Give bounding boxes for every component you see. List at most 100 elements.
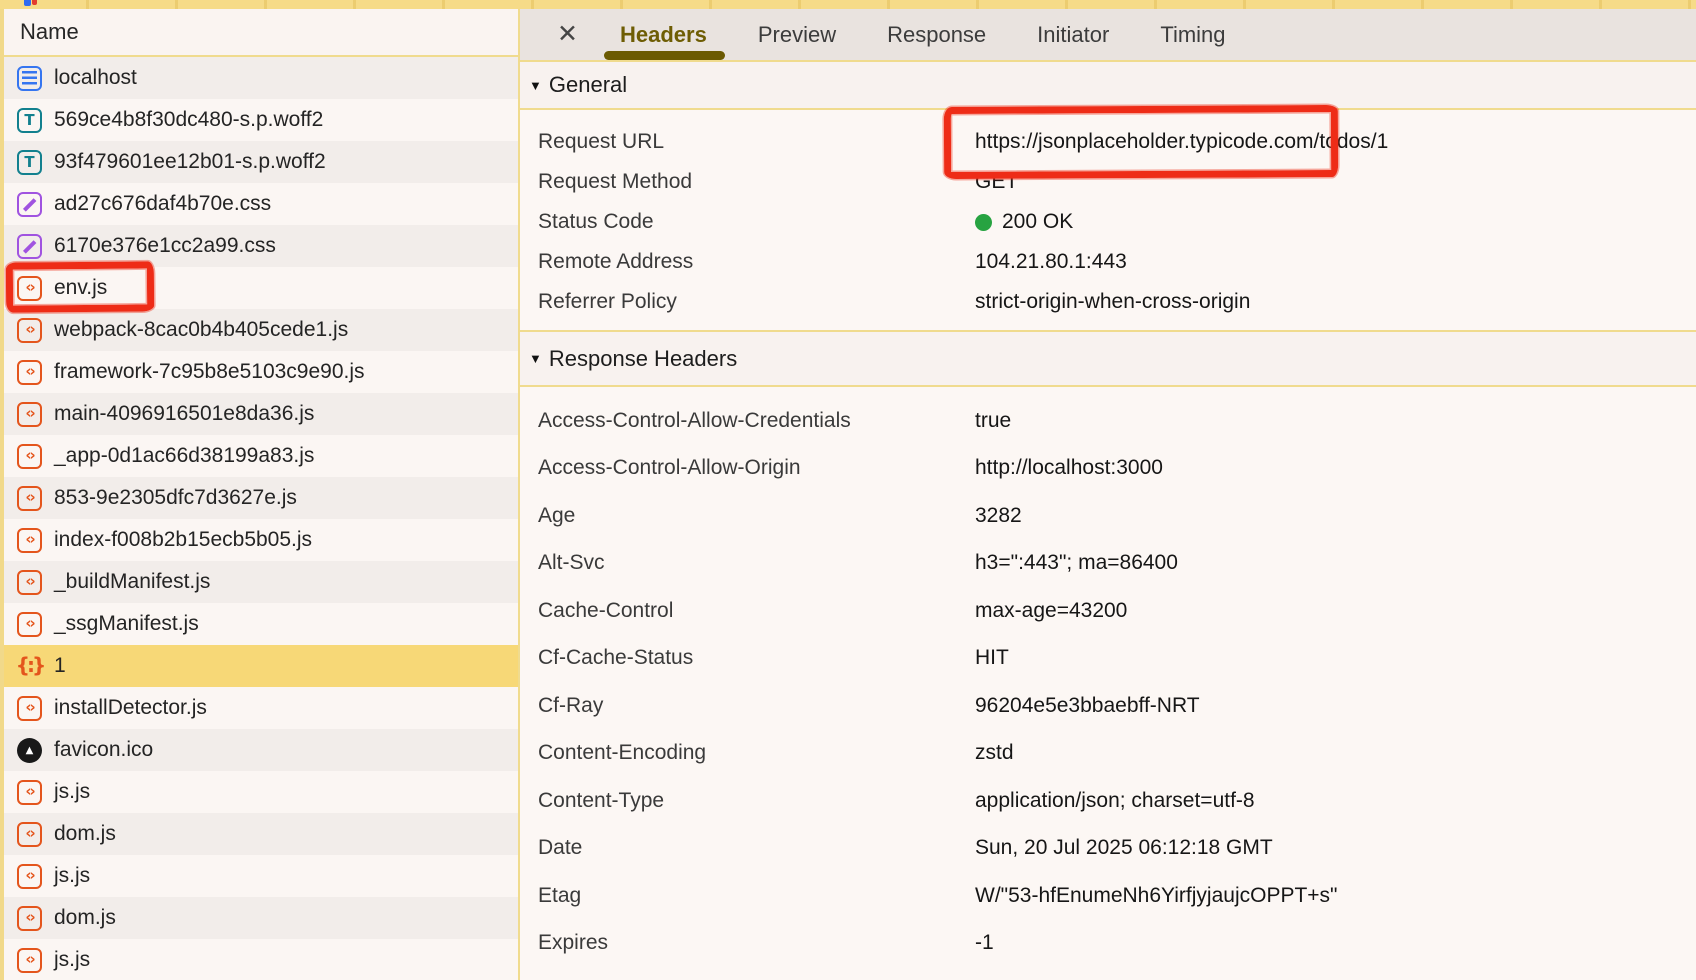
section-response-headers[interactable]: ▼ Response Headers (520, 330, 1696, 387)
script-icon: ‹› (17, 528, 42, 553)
document-icon (17, 66, 42, 91)
header-name: Date (538, 836, 975, 860)
stylesheet-icon (17, 192, 42, 217)
network-request-row[interactable]: ‹› env.js (4, 267, 518, 309)
network-request-row[interactable]: ‹› js.js (4, 939, 518, 980)
tab-headers[interactable]: Headers (620, 9, 707, 60)
json-icon: {:} (17, 654, 42, 679)
header-name: Age (538, 504, 975, 528)
header-value: zstd (975, 741, 1014, 765)
network-request-row[interactable]: ‹›js.js (4, 771, 518, 813)
header-row: Content-Encodingzstd (520, 730, 1696, 778)
header-value: true (975, 409, 1011, 433)
network-request-row[interactable]: ‹› installDetector.js (4, 687, 518, 729)
request-name: env.js (54, 276, 107, 300)
network-request-list: Name localhostT569ce4b8f30dc480-s.p.woff… (0, 9, 520, 980)
script-icon: ‹› (17, 948, 42, 973)
network-request-row[interactable]: ‹›framework-7c95b8e5103c9e90.js (4, 351, 518, 393)
script-icon: ‹› (17, 612, 42, 637)
request-name: installDetector.js (54, 696, 207, 720)
request-name: favicon.ico (54, 738, 153, 762)
favicon-icon: ▲ (17, 738, 42, 763)
disclosure-triangle-icon: ▼ (529, 351, 542, 366)
network-request-row[interactable]: ‹›dom.js (4, 813, 518, 855)
toolbar-edge-strip (0, 0, 1696, 9)
tab-initiator[interactable]: Initiator (1037, 9, 1109, 60)
network-request-row[interactable]: ▲ favicon.ico (4, 729, 518, 771)
header-row: Referrer Policystrict-origin-when-cross-… (520, 282, 1696, 322)
header-value: application/json; charset=utf-8 (975, 789, 1255, 813)
script-icon: ‹› (17, 570, 42, 595)
script-icon: ‹› (17, 318, 42, 343)
header-name: Cf-Ray (538, 694, 975, 718)
network-request-row[interactable]: ‹›853-9e2305dfc7d3627e.js (4, 477, 518, 519)
section-general-title: General (549, 72, 627, 98)
script-icon: ‹› (17, 444, 42, 469)
disclosure-triangle-icon: ▼ (529, 78, 542, 93)
network-request-row[interactable]: ‹›webpack-8cac0b4b405cede1.js (4, 309, 518, 351)
tab-response[interactable]: Response (887, 9, 986, 60)
script-icon: ‹› (17, 276, 42, 301)
request-name: 6170e376e1cc2a99.css (54, 234, 276, 258)
request-name: js.js (54, 948, 90, 972)
name-column-header[interactable]: Name (4, 9, 518, 57)
toolbar-cutoff-red-icon (32, 0, 37, 5)
toolbar-cutoff-blue-icon (24, 0, 31, 6)
network-request-row[interactable]: ‹›_ssgManifest.js (4, 603, 518, 645)
network-request-row[interactable]: 6170e376e1cc2a99.css (4, 225, 518, 267)
header-row: Age3282 (520, 492, 1696, 540)
general-section-body: Request URLhttps://jsonplaceholder.typic… (520, 110, 1696, 330)
section-general[interactable]: ▼ General (520, 62, 1696, 110)
network-request-row[interactable]: localhost (4, 57, 518, 99)
header-name: Cache-Control (538, 599, 975, 623)
header-row: Status Code200 OK (520, 202, 1696, 242)
network-request-row[interactable]: ‹›_app-0d1ac66d38199a83.js (4, 435, 518, 477)
network-request-row[interactable]: ‹›js.js (4, 855, 518, 897)
header-value: max-age=43200 (975, 599, 1127, 623)
request-name: js.js (54, 780, 90, 804)
tab-preview[interactable]: Preview (758, 9, 836, 60)
network-request-row[interactable]: T569ce4b8f30dc480-s.p.woff2 (4, 99, 518, 141)
network-request-row[interactable]: ‹›_buildManifest.js (4, 561, 518, 603)
request-name: dom.js (54, 906, 116, 930)
header-row: Cf-Cache-StatusHIT (520, 635, 1696, 683)
header-name: Request Method (538, 170, 975, 194)
header-row: EtagW/"53-hfEnumeNh6YirfjyjaujcOPPT+s" (520, 872, 1696, 920)
header-row: Access-Control-Allow-Originhttp://localh… (520, 445, 1696, 493)
network-request-row[interactable]: ad27c676daf4b70e.css (4, 183, 518, 225)
header-value: 96204e5e3bbaebff-NRT (975, 694, 1200, 718)
header-value: -1 (975, 931, 994, 955)
header-value: W/"53-hfEnumeNh6YirfjyjaujcOPPT+s" (975, 884, 1338, 908)
header-row: Alt-Svch3=":443"; ma=86400 (520, 540, 1696, 588)
header-row: Remote Address104.21.80.1:443 (520, 242, 1696, 282)
request-name: 853-9e2305dfc7d3627e.js (54, 486, 297, 510)
status-ok-dot-icon (975, 214, 992, 231)
header-name: Expires (538, 931, 975, 955)
network-request-row[interactable]: ‹›index-f008b2b15ecb5b05.js (4, 519, 518, 561)
network-request-row[interactable]: ‹›dom.js (4, 897, 518, 939)
network-request-row[interactable]: {:} 1 (4, 645, 518, 687)
header-row: Access-Control-Allow-Credentialstrue (520, 397, 1696, 445)
close-icon[interactable]: ✕ (557, 22, 583, 47)
header-name: Cf-Cache-Status (538, 646, 975, 670)
header-row: Request URLhttps://jsonplaceholder.typic… (520, 122, 1696, 162)
request-name: 1 (54, 654, 66, 678)
request-name: 93f479601ee12b01-s.p.woff2 (54, 150, 326, 174)
network-request-row[interactable]: T93f479601ee12b01-s.p.woff2 (4, 141, 518, 183)
network-request-row[interactable]: ‹›main-4096916501e8da36.js (4, 393, 518, 435)
script-icon: ‹› (17, 696, 42, 721)
script-icon: ‹› (17, 864, 42, 889)
header-name: Remote Address (538, 250, 975, 274)
request-name: 569ce4b8f30dc480-s.p.woff2 (54, 108, 323, 132)
header-row: Expires-1 (520, 920, 1696, 968)
details-tabs: Headers Preview Response Initiator Timing (620, 9, 1226, 60)
header-value: HIT (975, 646, 1009, 670)
header-name: Request URL (538, 130, 975, 154)
header-name: Access-Control-Allow-Credentials (538, 409, 975, 433)
response-headers-section-body: Access-Control-Allow-CredentialstrueAcce… (520, 387, 1696, 967)
header-name: Content-Encoding (538, 741, 975, 765)
script-icon: ‹› (17, 822, 42, 847)
tab-timing[interactable]: Timing (1160, 9, 1225, 60)
header-value: https://jsonplaceholder.typicode.com/tod… (975, 130, 1388, 154)
header-name: Access-Control-Allow-Origin (538, 456, 975, 480)
